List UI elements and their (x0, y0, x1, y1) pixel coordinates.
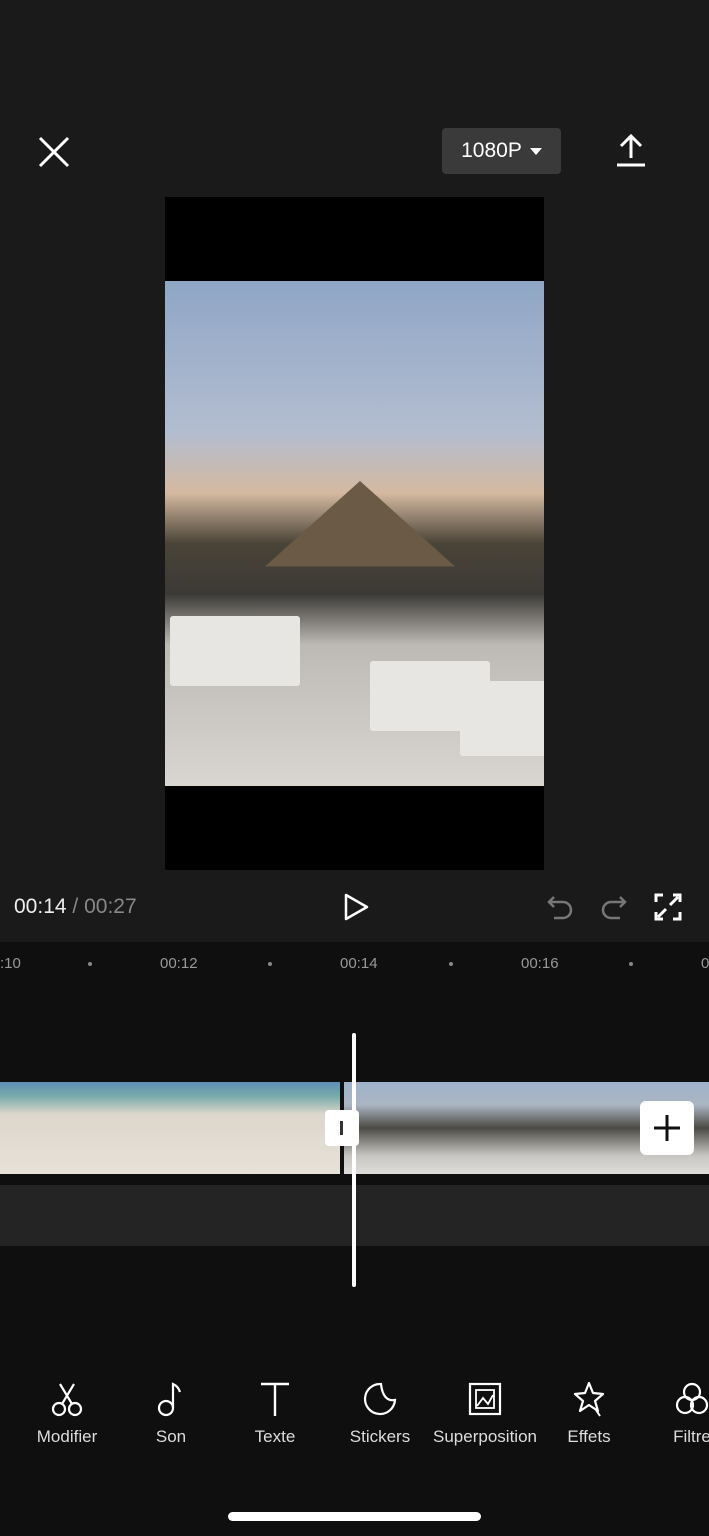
ruler-tick: 00:16 (521, 955, 559, 972)
tool-effets[interactable]: Effets (537, 1380, 641, 1449)
ruler-tick: 00:14 (340, 955, 378, 972)
lounger-shape (460, 681, 544, 756)
hut-shape (265, 481, 455, 567)
add-clip-button[interactable] (640, 1101, 694, 1155)
tool-filtre[interactable]: Filtre (640, 1380, 709, 1449)
sticker-icon (363, 1382, 397, 1416)
lounger-shape (170, 616, 300, 686)
fullscreen-icon[interactable] (654, 893, 682, 921)
tool-texte[interactable]: Texte (223, 1380, 327, 1449)
ruler-tick: 00:12 (160, 955, 198, 972)
plus-icon (654, 1115, 680, 1141)
text-icon (261, 1382, 289, 1416)
caret-down-icon (529, 147, 542, 155)
video-frame-image (165, 281, 544, 786)
filter-icon (675, 1382, 709, 1415)
ruler-dot (629, 962, 633, 966)
ruler-tick: 0 (701, 955, 709, 972)
time-display: 00:14 / 00:27 (14, 895, 137, 918)
video-preview[interactable] (165, 197, 544, 870)
play-icon[interactable] (342, 893, 370, 921)
ruler-dot (268, 962, 272, 966)
tool-stickers[interactable]: Stickers (328, 1380, 432, 1449)
undo-icon[interactable] (546, 893, 574, 921)
ruler-dot (88, 962, 92, 966)
playhead[interactable] (352, 1033, 356, 1287)
resolution-dropdown[interactable]: 1080P (442, 128, 561, 174)
redo-icon[interactable] (600, 893, 628, 921)
music-note-icon (157, 1382, 182, 1417)
ruler-tick: :10 (0, 955, 21, 972)
tool-superposition[interactable]: Superposition (433, 1380, 537, 1449)
overlay-icon (468, 1382, 502, 1416)
tool-modifier[interactable]: Modifier (15, 1380, 119, 1449)
star-effects-icon (573, 1381, 605, 1417)
ruler-dot (449, 962, 453, 966)
home-indicator[interactable] (228, 1512, 481, 1521)
scissors-icon (51, 1383, 83, 1417)
video-clip-1[interactable] (0, 1082, 340, 1174)
upload-icon[interactable] (614, 132, 648, 168)
tool-son[interactable]: Son (119, 1380, 223, 1449)
close-icon[interactable] (36, 134, 72, 170)
